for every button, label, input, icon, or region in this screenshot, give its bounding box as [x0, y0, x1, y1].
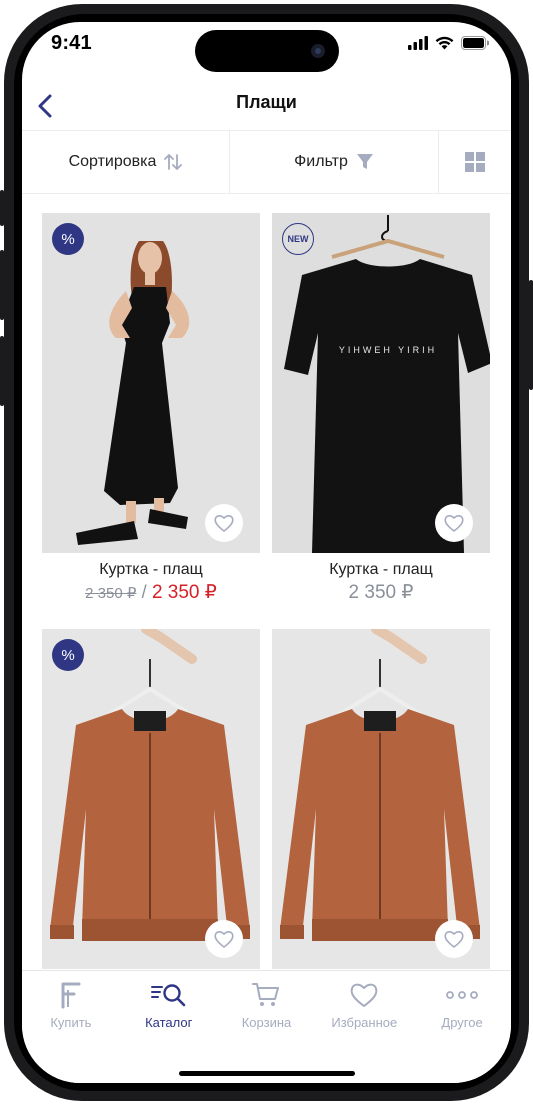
product-image-woman-black-dress[interactable]: %	[42, 213, 260, 553]
favorite-button[interactable]	[205, 920, 243, 958]
app-screen: 9:41 Плащи Сортировка Фильтр % Куртка - …	[22, 22, 511, 1083]
favorite-button[interactable]	[205, 504, 243, 542]
page-title: Плащи	[236, 92, 297, 112]
mute-switch	[0, 190, 4, 226]
sort-arrows-icon	[164, 154, 183, 170]
camera-icon	[311, 44, 325, 58]
product-card[interactable]: YIHWEH YIRIH NEW Куртка - плащ 2 350 ₽	[272, 213, 490, 604]
heart-icon	[214, 931, 234, 948]
sort-button[interactable]: Сортировка	[22, 131, 230, 193]
tab-buy-label: Купить	[50, 1015, 92, 1030]
sale-badge: %	[52, 639, 84, 671]
grid-view-icon	[465, 152, 485, 172]
power-button	[529, 280, 533, 390]
product-image-black-tshirt[interactable]: YIHWEH YIRIH NEW	[272, 213, 490, 553]
product-price: 2 350 ₽	[272, 581, 490, 604]
favorite-button[interactable]	[435, 920, 473, 958]
old-price: 2 350 ₽	[85, 585, 137, 602]
funnel-icon	[356, 154, 373, 169]
heart-icon	[444, 931, 464, 948]
product-card[interactable]	[272, 629, 490, 969]
heart-icon	[214, 515, 234, 532]
product-name: Куртка - плащ	[329, 561, 433, 578]
heart-icon	[350, 983, 378, 1007]
tab-favorites-label: Избранное	[331, 1015, 398, 1030]
brand-f-icon	[61, 982, 81, 1009]
cart-icon	[252, 983, 280, 1006]
regular-price: 2 350 ₽	[348, 582, 414, 603]
black-tshirt-illustration: YIHWEH YIRIH	[272, 213, 490, 553]
volume-down-button	[0, 336, 4, 406]
tab-cart[interactable]: Корзина	[218, 971, 316, 1041]
favorite-button[interactable]	[435, 504, 473, 542]
product-name: Куртка - плащ	[99, 561, 203, 578]
grid-view-toggle[interactable]	[439, 131, 511, 193]
sort-label: Сортировка	[68, 153, 157, 170]
catalog-toolbar: Сортировка Фильтр	[22, 130, 511, 194]
tab-other[interactable]: Другое	[413, 971, 511, 1041]
product-image-brown-bomber-jacket[interactable]	[272, 629, 490, 969]
home-indicator	[179, 1071, 355, 1076]
status-time: 9:41	[51, 32, 92, 54]
product-image-brown-bomber-jacket[interactable]: %	[42, 629, 260, 969]
cellular-signal-icon	[408, 36, 428, 50]
catalog-search-icon	[150, 984, 185, 1007]
tshirt-print-text: YIHWEH YIRIH	[339, 345, 437, 355]
filter-button[interactable]: Фильтр	[230, 131, 439, 193]
more-dots-icon	[446, 991, 478, 999]
wifi-icon	[435, 36, 454, 50]
volume-up-button	[0, 250, 4, 320]
tab-other-label: Другое	[441, 1015, 483, 1030]
product-card[interactable]: % Куртка - плащ 2 350 ₽ / 2 350 ₽	[42, 213, 260, 604]
tab-catalog[interactable]: Каталог	[120, 971, 218, 1041]
nav-header: Плащи	[22, 82, 511, 132]
product-price: 2 350 ₽ / 2 350 ₽	[42, 581, 260, 604]
price-separator: /	[141, 582, 147, 602]
status-icons	[408, 36, 489, 50]
tab-buy[interactable]: Купить	[22, 971, 120, 1041]
battery-icon	[461, 36, 489, 50]
new-badge: NEW	[282, 223, 314, 255]
sale-badge: %	[52, 223, 84, 255]
sale-price: 2 350 ₽	[151, 582, 217, 603]
brown-bomber-jacket-illustration	[42, 629, 260, 969]
woman-black-dress-illustration	[42, 213, 260, 553]
tab-favorites[interactable]: Избранное	[315, 971, 413, 1041]
filter-label: Фильтр	[294, 153, 348, 170]
heart-icon	[444, 515, 464, 532]
dynamic-island	[195, 30, 339, 72]
product-card[interactable]: %	[42, 629, 260, 969]
bottom-tab-bar: Купить Каталог Корзина Избранное Другое	[22, 970, 511, 1083]
tab-cart-label: Корзина	[241, 1015, 292, 1030]
brown-bomber-jacket-illustration	[272, 629, 490, 969]
tab-catalog-label: Каталог	[145, 1015, 193, 1030]
